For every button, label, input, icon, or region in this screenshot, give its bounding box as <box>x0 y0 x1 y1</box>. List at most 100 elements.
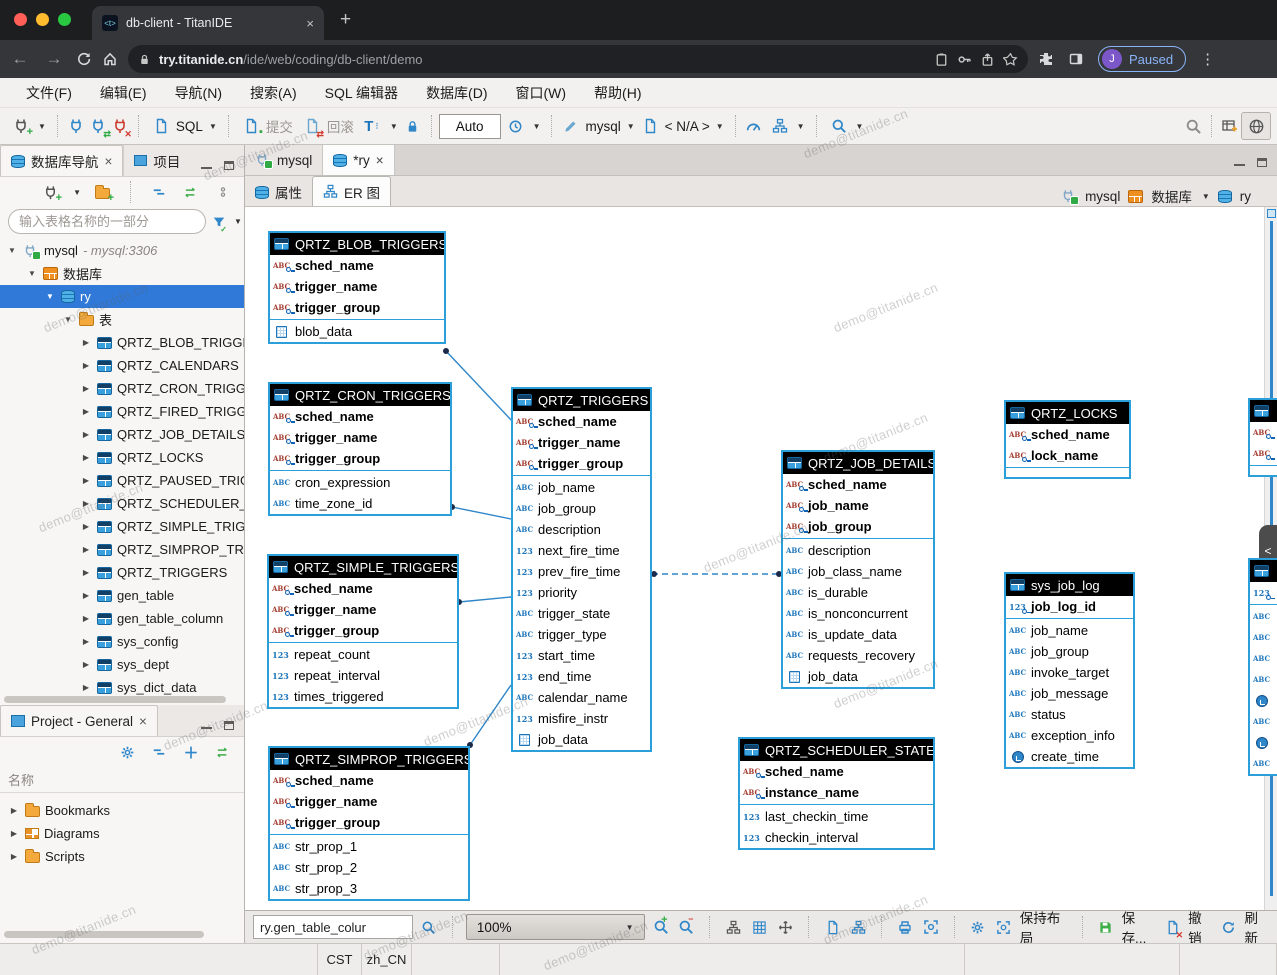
collapsed-arrow-icon[interactable]: ▶ <box>8 806 20 815</box>
pan-mode-icon[interactable] <box>775 915 795 939</box>
collapsed-arrow-icon[interactable]: ▶ <box>80 499 92 508</box>
entity-field-row[interactable]: 123last_checkin_time <box>740 806 933 827</box>
entity-field-row[interactable]: 123repeat_count <box>269 644 457 665</box>
entity-field-row[interactable]: ABCrequests_recovery <box>783 645 933 666</box>
entity-field-row[interactable]: 123times_triggered <box>269 686 457 707</box>
extensions-puzzle-icon[interactable] <box>1038 51 1054 67</box>
entity-header[interactable]: QRTZ_JOB_DETAILS <box>783 452 933 474</box>
entity-field-row[interactable]: ABCjob_message <box>1006 683 1133 704</box>
entity-field-row[interactable]: ABCis_update_data <box>783 624 933 645</box>
new-connection-icon[interactable]: + <box>39 180 61 204</box>
forward-icon[interactable]: → <box>42 49 66 69</box>
entity-field-row[interactable]: ABCtrigger_type <box>513 624 650 645</box>
entity-field-row[interactable]: ABCstr_prop_1 <box>270 836 468 857</box>
diagram-search-input[interactable] <box>253 915 413 939</box>
entity-field-row[interactable]: 123prev_fire_time <box>513 561 650 582</box>
print-icon[interactable] <box>895 915 915 939</box>
toggle-grid-icon[interactable] <box>749 915 769 939</box>
browser-menu-icon[interactable]: ⋮ <box>1200 50 1215 68</box>
entity-pk-row[interactable]: ABCsched_name <box>270 406 450 427</box>
search-tools-button[interactable]: ▼ <box>824 113 868 139</box>
breadcrumb-databases[interactable]: 数据库 <box>1151 186 1192 206</box>
menu-item-7[interactable]: 帮助(H) <box>580 83 655 103</box>
tab-database-navigator[interactable]: 数据库导航 × <box>0 145 123 176</box>
maximize-panel-icon[interactable] <box>224 161 234 170</box>
auto-layout-icon[interactable] <box>723 915 743 939</box>
tree-item-qrtz-fired-triggers[interactable]: ▶QRTZ_FIRED_TRIGGERS <box>0 400 244 423</box>
active-connection-combo[interactable]: mysql▼ <box>581 113 638 139</box>
entity-pk-row[interactable]: ABCtrigger_name <box>270 276 444 297</box>
er-diagram-canvas[interactable]: < QRTZ_BLOB_TRIGGERSABCsched_nameABCtrig… <box>245 207 1277 910</box>
entity-field-row[interactable]: ABC <box>1250 753 1277 774</box>
entity-field-row[interactable]: ABC <box>1250 669 1277 690</box>
entity-field-row[interactable]: ABCis_durable <box>783 582 933 603</box>
entity-header[interactable] <box>1250 560 1277 582</box>
entity-pk-row[interactable]: ABCtrigger_group <box>513 453 650 474</box>
disconnect-plug-icon[interactable]: ✕ <box>109 114 131 138</box>
entity-field-row[interactable]: ABCdescription <box>513 519 650 540</box>
relation-line-0[interactable] <box>446 351 513 422</box>
menu-item-6[interactable]: 窗口(W) <box>502 83 581 103</box>
entity-field-row[interactable]: 123misfire_instr <box>513 708 650 729</box>
collapsed-arrow-icon[interactable]: ▶ <box>80 453 92 462</box>
entity-field-row[interactable]: ABCexception_info <box>1006 725 1133 746</box>
filter-caret[interactable]: ▼ <box>234 217 242 226</box>
new-tab-button[interactable]: + <box>340 9 351 31</box>
collapsed-arrow-icon[interactable]: ▶ <box>80 568 92 577</box>
back-icon[interactable]: ← <box>8 49 32 69</box>
commit-button[interactable]: ▪ 提交 <box>236 113 297 139</box>
tree-item-sys-config[interactable]: ▶sys_config <box>0 630 244 653</box>
entity-field-row[interactable] <box>1250 732 1277 753</box>
editor-tab-mysql[interactable]: mysql <box>245 145 323 175</box>
scroll-up-arrow[interactable] <box>1267 209 1276 218</box>
entity-field-row[interactable]: ABCstr_prop_2 <box>270 857 468 878</box>
entity-sysjoblog[interactable]: sys_job_log123job_log_idABCjob_nameABCjo… <box>1004 572 1135 769</box>
collapsed-arrow-icon[interactable]: ▶ <box>80 384 92 393</box>
entity-field-row[interactable]: ABCdescription <box>783 540 933 561</box>
entity-header[interactable]: QRTZ_LOCKS <box>1006 402 1129 424</box>
entity-partial-top[interactable]: ABCABC <box>1248 398 1277 477</box>
entity-pk-row[interactable]: ABCsched_name <box>1006 424 1129 445</box>
relation-line-2[interactable] <box>459 597 511 602</box>
tree-item-qrtz-cron-triggers[interactable]: ▶QRTZ_CRON_TRIGGERS <box>0 377 244 400</box>
diagram-settings-gear-icon[interactable] <box>968 915 988 939</box>
entity-field-row[interactable]: ABCstr_prop_3 <box>270 878 468 899</box>
entity-pk-row[interactable]: ABC <box>1250 422 1277 443</box>
tree-item-database-ry[interactable]: ▼ry <box>0 285 244 308</box>
entity-field-row[interactable]: 123priority <box>513 582 650 603</box>
project-item-bookmarks[interactable]: ▶Bookmarks <box>0 799 244 822</box>
expanded-arrow-icon[interactable]: ▼ <box>6 246 18 255</box>
entity-field-row[interactable]: 123repeat_interval <box>269 665 457 686</box>
subtab-er-diagram[interactable]: ER 图 <box>312 176 391 206</box>
entity-field-row[interactable]: ABCis_nonconcurrent <box>783 603 933 624</box>
entity-pk-row[interactable]: ABCtrigger_name <box>269 599 457 620</box>
keep-layout-label[interactable]: 保持布局 <box>1020 907 1069 947</box>
entity-field-row[interactable]: ABC <box>1250 606 1277 627</box>
entity-field-row[interactable]: 123end_time <box>513 666 650 687</box>
table-filter-input[interactable] <box>8 209 206 234</box>
tab-projects[interactable]: 项目 <box>123 145 190 176</box>
entity-field-row[interactable]: ABCtime_zone_id <box>270 493 450 514</box>
dashboard-gauge-icon[interactable] <box>743 114 765 138</box>
collapse-all-project-icon[interactable] <box>148 740 170 764</box>
side-panel-icon[interactable] <box>1068 51 1084 67</box>
minimize-project-panel-icon[interactable] <box>201 721 212 729</box>
breadcrumb-database[interactable]: ry <box>1240 189 1251 204</box>
quick-search-icon[interactable] <box>1182 114 1204 138</box>
collapsed-arrow-icon[interactable]: ▶ <box>80 361 92 370</box>
auto-commit-combo[interactable]: Auto <box>439 114 501 139</box>
show-attributes-icon[interactable] <box>848 915 868 939</box>
entity-field-row[interactable]: ABCtrigger_state <box>513 603 650 624</box>
project-item-scripts[interactable]: ▶Scripts <box>0 845 244 868</box>
maximize-project-panel-icon[interactable] <box>224 721 234 730</box>
entity-pk-row[interactable]: ABCjob_name <box>783 495 933 516</box>
new-folder-icon[interactable]: + <box>91 180 113 204</box>
entity-jobdetails[interactable]: QRTZ_JOB_DETAILSABCsched_nameABCjob_name… <box>781 450 935 689</box>
close-tab-icon[interactable]: × <box>306 16 314 31</box>
sync-selection-icon[interactable] <box>180 180 202 204</box>
tree-item-gen-table[interactable]: ▶gen_table <box>0 584 244 607</box>
perspective-globe-button[interactable] <box>1241 112 1271 140</box>
bookmark-star-icon[interactable] <box>1003 52 1018 67</box>
entity-field-row[interactable] <box>1250 690 1277 711</box>
minimize-window-button[interactable] <box>36 13 49 26</box>
